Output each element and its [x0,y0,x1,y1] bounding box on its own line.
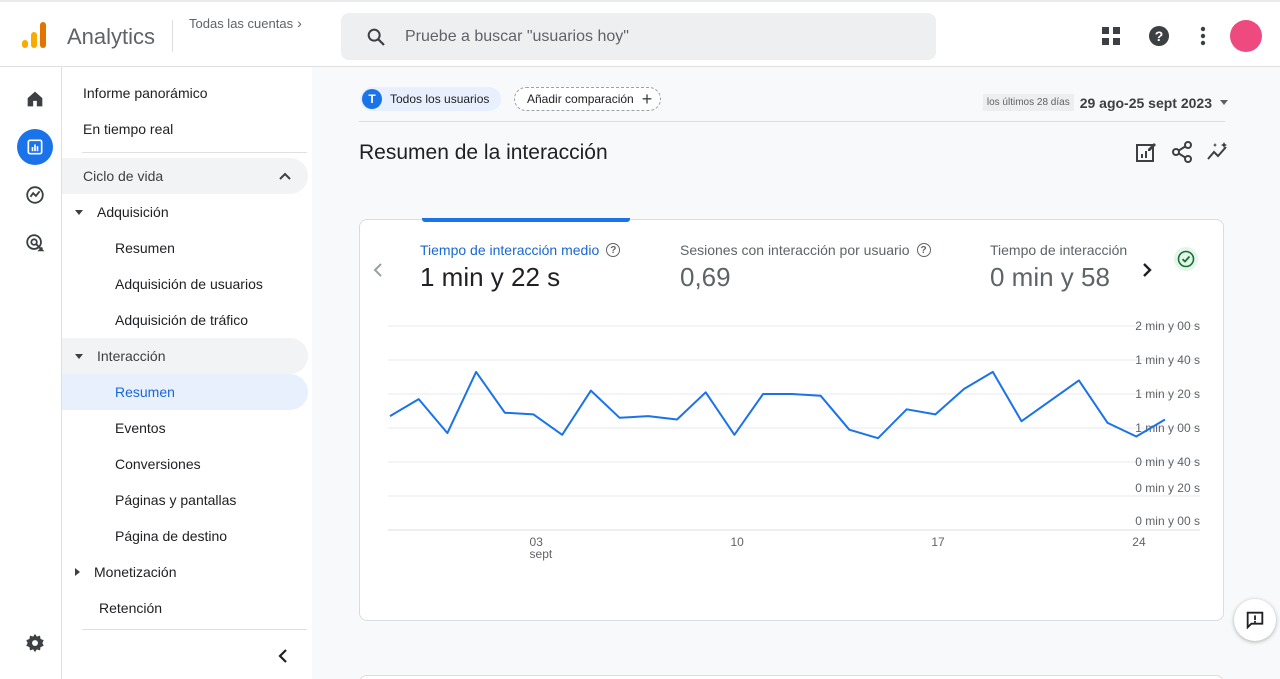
insights-icon[interactable] [1206,140,1230,164]
nav-item-eventos[interactable]: Eventos [62,410,308,446]
date-range-value: 29 ago-25 sept 2023 [1079,94,1212,111]
page-title: Resumen de la interacción [359,141,608,164]
nav-item-label: Informe panorámico [83,85,208,101]
chip-label: Añadir comparación [527,92,634,106]
search-bar[interactable] [341,13,936,60]
interaction-summary-card: Tiempo de interacción medio? 1 min y 22 … [359,218,1224,621]
top-bar: Analytics Todas las cuentas› ? [0,0,1280,67]
nav-item-interaccion-resumen[interactable]: Resumen [62,374,308,410]
reports-icon[interactable] [17,129,53,165]
x-tick-sublabel: sept [530,547,553,561]
home-icon[interactable] [17,81,53,117]
app-name: Analytics [67,24,156,49]
report-nav: Informe panorámico En tiempo real Ciclo … [62,67,312,679]
nav-item-en-tiempo-real[interactable]: En tiempo real [62,111,308,147]
caret-down-icon [75,353,83,359]
nav-item-label: Página de destino [115,528,228,544]
nav-item-label: Eventos [115,420,166,436]
feedback-button[interactable] [1234,599,1276,641]
apps-grid-icon[interactable] [1099,24,1123,48]
left-rail [7,67,62,679]
chevron-up-icon [279,172,291,180]
nav-item-adquisicion-usuarios[interactable]: Adquisición de usuarios [62,266,308,302]
next-card [359,675,1224,679]
chip-avatar: T [362,89,382,109]
collapse-nav-chevron-left-icon[interactable] [276,648,290,664]
nav-item-adquisicion[interactable]: Adquisición [62,194,308,230]
search-input[interactable] [405,13,905,60]
nav-item-label: Interacción [97,348,166,364]
nav-divider [82,629,307,630]
caret-down-icon [1220,100,1228,105]
nav-item-label: En tiempo real [83,121,174,137]
account-selector[interactable]: Todas las cuentas › [189,15,302,31]
nav-item-paginas-pantallas[interactable]: Páginas y pantallas [62,482,308,518]
svg-text:?: ? [1155,28,1164,44]
explore-icon[interactable] [17,177,53,213]
nav-item-label: Resumen [115,384,175,400]
caret-down-icon [75,209,83,215]
nav-section-ciclo-de-vida[interactable]: Ciclo de vida [62,158,308,194]
settings-gear-icon[interactable] [17,625,53,661]
nav-item-label: Monetización [94,564,177,580]
y-tick-label: 0 min y 40 s [1135,455,1200,469]
chip-label: Todos los usuarios [390,92,490,106]
avatar[interactable] [1230,20,1262,52]
nav-item-conversiones[interactable]: Conversiones [62,446,308,482]
nav-item-label: Adquisición de tráfico [115,312,249,328]
caret-right-icon [75,568,80,576]
advertising-icon[interactable] [17,225,53,261]
nav-item-interaccion[interactable]: Interacción [62,338,308,374]
add-comparison-button[interactable]: Añadir comparación + [514,87,662,111]
y-tick-label: 1 min y 00 s [1135,421,1200,435]
x-tick-label: 24 [1132,535,1146,549]
x-tick-label: 17 [931,535,945,549]
y-tick-label: 0 min y 00 s [1135,514,1200,528]
y-tick-label: 1 min y 20 s [1135,387,1200,401]
interaction-time-chart: 2 min y 00 s 1 min y 40 s 1 min y 20 s 1 mi… [388,319,1200,561]
nav-item-pagina-destino[interactable]: Página de destino [62,518,308,554]
analytics-logo-icon[interactable] [20,20,50,50]
account-label: Todas las cuentas [189,16,294,31]
nav-item-label: Páginas y pantallas [115,492,237,508]
chevron-right-icon: › [297,15,302,31]
x-tick-label: 10 [730,535,744,549]
plus-icon: + [641,89,653,109]
header-divider [172,20,173,52]
search-icon [367,28,385,46]
nav-item-label: Resumen [115,240,175,256]
toolbar-divider [359,121,1225,122]
share-icon[interactable] [1170,140,1194,164]
nav-item-label: Adquisición [97,204,169,220]
nav-item-label: Adquisición de usuarios [115,276,263,292]
feedback-icon [1246,611,1264,630]
nav-item-retencion[interactable]: Retención [62,590,308,626]
nav-section-label: Ciclo de vida [83,168,164,184]
main-content: T Todos los usuarios Añadir comparación … [312,67,1280,679]
nav-item-label: Conversiones [115,456,201,472]
users-comparison-chip[interactable]: T Todos los usuarios [360,87,502,111]
nav-divider [82,152,307,153]
date-range-label: los últimos 28 días [982,94,1074,111]
nav-item-informe-panoramico[interactable]: Informe panorámico [62,75,308,111]
nav-item-label: Retención [99,600,163,616]
date-range-picker[interactable]: los últimos 28 días 29 ago-25 sept 2023 [982,94,1228,111]
nav-item-monetizacion[interactable]: Monetización [62,554,308,590]
customize-report-icon[interactable] [1134,140,1158,164]
nav-item-adquisicion-trafico[interactable]: Adquisición de tráfico [62,302,308,338]
y-tick-label: 1 min y 40 s [1135,353,1200,367]
y-tick-label: 0 min y 20 s [1135,481,1200,495]
help-icon[interactable]: ? [1147,24,1171,48]
y-tick-label: 2 min y 00 s [1135,319,1200,333]
more-vert-icon[interactable] [1191,24,1215,48]
nav-item-adquisicion-resumen[interactable]: Resumen [62,230,308,266]
